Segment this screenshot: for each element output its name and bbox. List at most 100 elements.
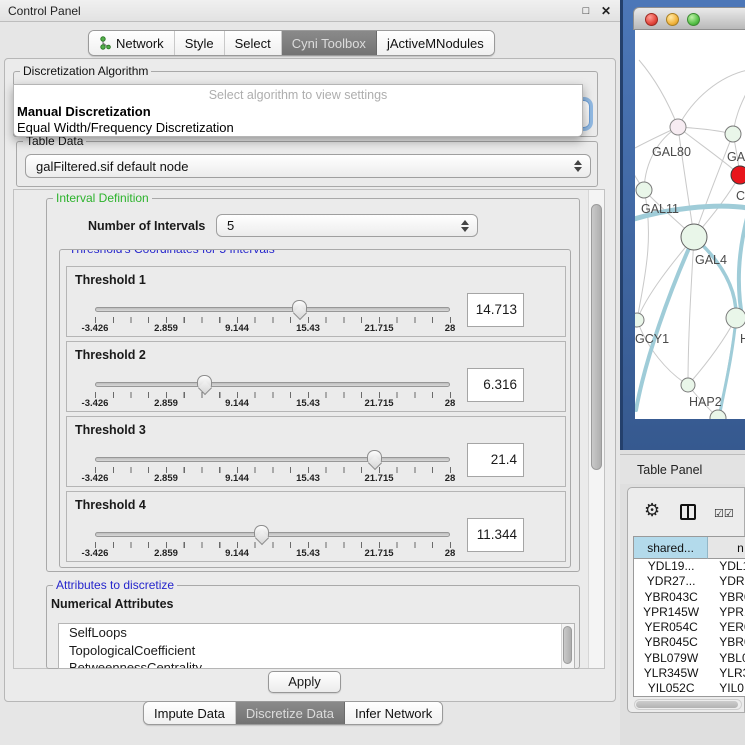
tick-label: 28 (445, 398, 456, 409)
threshold-slider-track[interactable] (95, 382, 450, 387)
threshold-value-field[interactable]: 21.4 (467, 443, 524, 477)
apply-button[interactable]: Apply (268, 671, 341, 693)
tab-impute-data[interactable]: Impute Data (144, 702, 236, 724)
node-partial[interactable] (710, 410, 726, 419)
tick-label: 15.43 (296, 323, 320, 334)
slider-ticks (95, 317, 451, 323)
slider-thumb[interactable] (254, 525, 269, 537)
node-gal4[interactable] (681, 224, 707, 250)
threshold-slider-track[interactable] (95, 457, 450, 462)
close-icon[interactable]: ✕ (598, 3, 614, 19)
network-view-window[interactable]: GAL80 GA C GAL11 GAL4 GCY1 H HAP2 (620, 0, 745, 450)
network-window-titlebar[interactable] (633, 7, 745, 30)
column-header-name[interactable]: n (708, 537, 745, 559)
tab-jactivemnodules[interactable]: jActiveMNodules (377, 31, 494, 55)
tab-label: Style (185, 36, 214, 51)
node-label: GCY1 (635, 332, 669, 346)
column-header-shared[interactable]: shared... (634, 537, 708, 559)
checkboxes-icon[interactable]: ☑☑ (714, 507, 734, 520)
slider-thumb[interactable] (292, 300, 307, 312)
columns-icon[interactable] (680, 504, 696, 520)
cell[interactable]: YBR0... (708, 635, 745, 650)
node-gal80[interactable] (670, 119, 686, 135)
settings-scrollbar[interactable] (588, 190, 604, 668)
threshold-value-field[interactable]: 14.713 (467, 293, 524, 327)
node-red[interactable] (731, 166, 745, 184)
node-gal11[interactable] (636, 182, 652, 198)
float-window-icon[interactable]: □ (578, 3, 594, 19)
slider-ticks (95, 467, 451, 473)
list-scrollbar[interactable] (561, 624, 574, 669)
tick-label: 9.144 (225, 398, 249, 409)
tick-label: 15.43 (296, 398, 320, 409)
list-item[interactable]: SelfLoops (59, 624, 574, 642)
node-gcy1[interactable] (635, 313, 644, 327)
cell[interactable]: YPR1... (708, 605, 745, 620)
tick-label: 9.144 (225, 473, 249, 484)
table-row[interactable]: YIL052CYIL0... (634, 681, 745, 696)
list-item[interactable]: BetweennessCentrality (59, 659, 574, 669)
node-ga[interactable] (725, 126, 741, 142)
cell[interactable]: YER0... (708, 620, 745, 635)
node-hap2[interactable] (681, 378, 695, 392)
threshold-label: Threshold 4 (75, 498, 146, 512)
algorithm-dropdown-popup: Select algorithm to view settings Manual… (13, 84, 583, 137)
tab-style[interactable]: Style (175, 31, 225, 55)
slider-ticks (95, 542, 451, 548)
table-row[interactable]: YBR043CYBR0... (634, 590, 745, 605)
popup-option-manual-discretization[interactable]: Manual Discretization (17, 104, 151, 119)
zoom-traffic-light-icon[interactable] (687, 13, 700, 26)
popup-option-equal-width-frequency[interactable]: Equal Width/Frequency Discretization (17, 120, 234, 135)
table-row[interactable]: YDR27...YDR2... (634, 574, 745, 589)
tab-infer-network[interactable]: Infer Network (345, 702, 442, 724)
table-data-select[interactable]: galFiltered.sif default node (25, 154, 591, 178)
cell[interactable]: YBR045C (634, 635, 708, 650)
tab-label: Cyni Toolbox (292, 36, 366, 51)
cell[interactable]: YDR2... (708, 574, 745, 589)
threshold-slider-track[interactable] (95, 307, 450, 312)
list-item[interactable]: TopologicalCoefficient (59, 642, 574, 660)
table-row[interactable]: YER054CYER0... (634, 620, 745, 635)
table-row[interactable]: YDL19...YDL1... (634, 559, 745, 574)
tick-label: 21.715 (364, 323, 393, 334)
tab-label: Discretize Data (246, 706, 334, 721)
table-row[interactable]: YLR345WYLR3... (634, 666, 745, 681)
gear-icon[interactable]: ⚙ (644, 500, 660, 521)
number-of-intervals-select[interactable]: 5 (216, 214, 478, 237)
cell[interactable]: YPR145W (634, 605, 708, 620)
tick-label: 2.859 (154, 323, 178, 334)
cell[interactable]: YBR0... (708, 590, 745, 605)
cell[interactable]: YER054C (634, 620, 708, 635)
minimize-traffic-light-icon[interactable] (666, 13, 679, 26)
threshold-value-field[interactable]: 11.344 (467, 518, 524, 552)
table-row[interactable]: YBL079WYBL0... (634, 651, 745, 666)
cell[interactable]: YIL0... (708, 681, 745, 696)
cell[interactable]: YBR043C (634, 590, 708, 605)
table-row[interactable]: YPR145WYPR1... (634, 605, 745, 620)
threshold-slider-track[interactable] (95, 532, 450, 537)
cell[interactable]: YDR27... (634, 574, 708, 589)
cell[interactable]: YDL1... (708, 559, 745, 574)
cell[interactable]: YIL052C (634, 681, 708, 696)
tick-label: 28 (445, 323, 456, 334)
node-h[interactable] (726, 308, 745, 328)
cell[interactable]: YDL19... (634, 559, 708, 574)
cell[interactable]: YBL0... (708, 651, 745, 666)
tab-select[interactable]: Select (225, 31, 282, 55)
cell[interactable]: YBL079W (634, 651, 708, 666)
slider-thumb[interactable] (367, 450, 382, 462)
cell[interactable]: YLR3... (708, 666, 745, 681)
close-traffic-light-icon[interactable] (645, 13, 658, 26)
cell[interactable]: YLR345W (634, 666, 708, 681)
tick-label: 28 (445, 548, 456, 559)
combo-arrows-icon (460, 219, 469, 233)
slider-thumb[interactable] (197, 375, 212, 387)
table-horizontal-scrollbar[interactable] (634, 699, 742, 710)
tab-cyni-toolbox[interactable]: Cyni Toolbox (282, 31, 377, 55)
threshold-value-field[interactable]: 6.316 (467, 368, 524, 402)
network-canvas[interactable]: GAL80 GA C GAL11 GAL4 GCY1 H HAP2 (635, 30, 745, 419)
table-data-group: Table Data galFiltered.sif default node (16, 141, 598, 187)
tab-network[interactable]: Network (89, 31, 175, 55)
tab-discretize-data[interactable]: Discretize Data (236, 702, 345, 724)
table-row[interactable]: YBR045CYBR0... (634, 635, 745, 650)
